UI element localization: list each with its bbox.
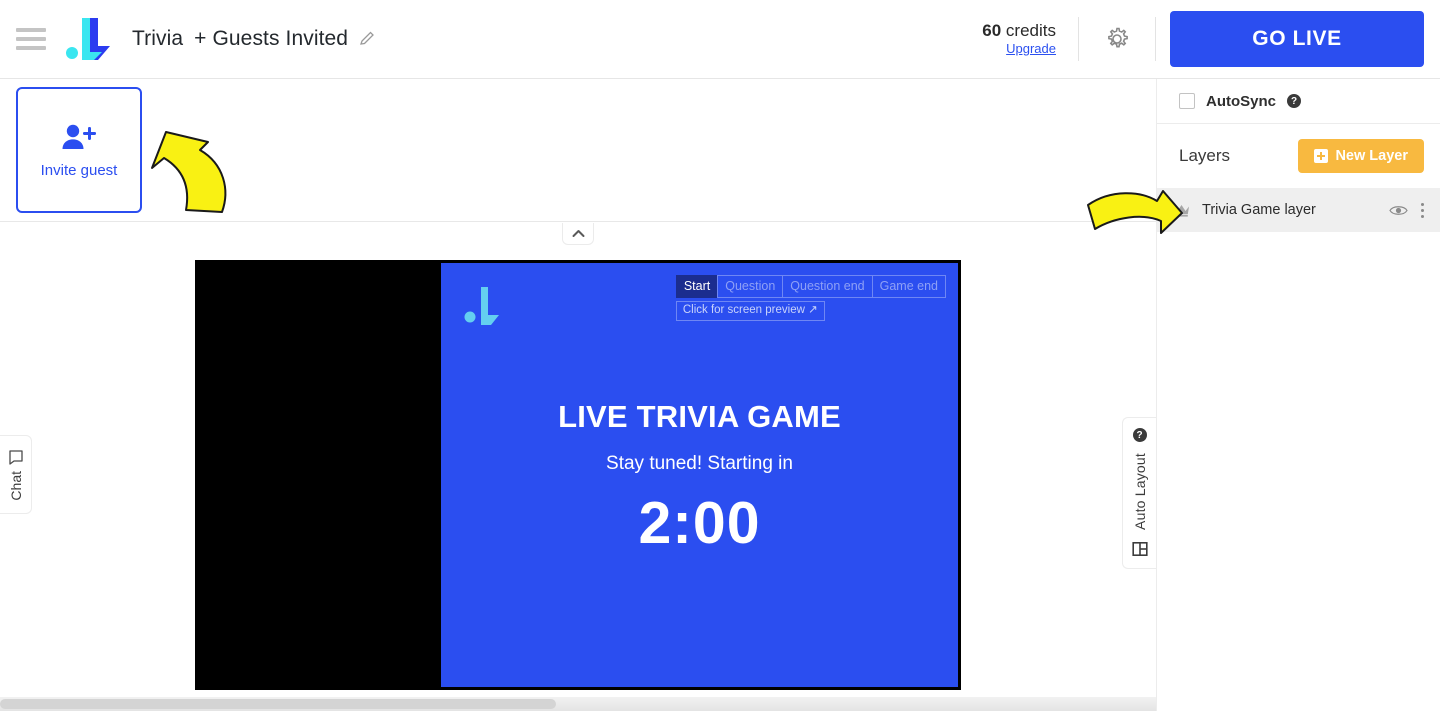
kebab-dot: [1421, 208, 1424, 212]
hamburger-menu-icon[interactable]: [16, 28, 46, 50]
brand-logo-svg: [66, 18, 110, 60]
hamburger-bar: [16, 46, 46, 50]
preview-camera-region: [198, 263, 441, 687]
project-name: Trivia: [132, 27, 184, 50]
auto-layout-label: Auto Layout: [1131, 453, 1148, 530]
preview-countdown-timer: 2:00: [638, 490, 761, 556]
chat-bubble-icon: [8, 450, 23, 465]
autosync-checkbox[interactable]: [1179, 93, 1195, 109]
plus-icon: [1314, 149, 1329, 163]
hamburger-bar: [16, 37, 46, 41]
collapse-guests-button[interactable]: [562, 223, 594, 245]
top-bar-right: 60 credits Upgrade GO LIVE: [982, 0, 1440, 78]
settings-button[interactable]: [1079, 0, 1155, 78]
screen-tab-question[interactable]: Question: [717, 275, 783, 298]
screen-tab-game-end[interactable]: Game end: [871, 275, 946, 298]
layer-name: Trivia Game layer: [1202, 202, 1316, 218]
layer-list-item[interactable]: Trivia Game layer: [1157, 188, 1440, 232]
page-title: Trivia + Guests Invited: [132, 27, 377, 51]
kebab-dot: [1421, 202, 1424, 206]
preview-subtitle: Stay tuned! Starting in: [606, 453, 793, 474]
chat-panel-toggle[interactable]: Chat: [0, 435, 32, 514]
kebab-menu-icon[interactable]: [1419, 201, 1426, 220]
hamburger-bar: [16, 28, 46, 32]
chat-tab-label: Chat: [7, 470, 24, 501]
credits-label: credits: [1005, 21, 1056, 41]
invite-guest-button[interactable]: Invite guest: [16, 87, 142, 213]
credits-block: 60 credits Upgrade: [982, 21, 1078, 56]
auto-layout-toggle[interactable]: ? Auto Layout: [1122, 417, 1156, 569]
horizontal-scrollbar[interactable]: [0, 697, 1156, 711]
upgrade-link[interactable]: Upgrade: [982, 41, 1056, 57]
top-bar: Trivia + Guests Invited 60 credits Upgra…: [0, 0, 1440, 79]
guests-strip: Invite guest: [0, 79, 1156, 222]
preview-text-block: LIVE TRIVIA GAME Stay tuned! Starting in…: [441, 399, 958, 557]
new-layer-label: New Layer: [1335, 148, 1408, 164]
add-person-icon: [62, 124, 96, 149]
preview-game-layer[interactable]: LIVE TRIVIA GAME Stay tuned! Starting in…: [441, 263, 958, 687]
layer-actions: [1389, 201, 1426, 220]
autosync-label: AutoSync: [1206, 92, 1277, 110]
new-layer-button[interactable]: New Layer: [1298, 139, 1424, 173]
eye-icon[interactable]: [1389, 204, 1408, 217]
pencil-edit-icon[interactable]: [359, 30, 377, 48]
screen-tab-question-end[interactable]: Question end: [782, 275, 872, 298]
preview-title: LIVE TRIVIA GAME: [558, 399, 841, 434]
project-subtitle: + Guests Invited: [194, 27, 349, 50]
crown-icon: [1174, 205, 1189, 217]
stage-area: Invite guest LIVE TRIVIA GAME Stay tuned…: [0, 79, 1156, 711]
brand-watermark-icon: [464, 287, 499, 325]
right-sidebar: AutoSync ? Layers New Layer Trivia Game …: [1156, 79, 1440, 711]
layers-header: Layers New Layer: [1157, 124, 1440, 188]
kebab-dot: [1421, 214, 1424, 218]
toolbar-divider: [1155, 17, 1156, 61]
credits-count: 60: [982, 21, 1002, 41]
question-mark-icon[interactable]: ?: [1287, 94, 1302, 108]
screen-preview-hint: Click for screen preview ↗: [675, 301, 825, 321]
screen-preview-tabs: Start Question Question end Game end Cli…: [675, 275, 946, 321]
layers-title: Layers: [1179, 146, 1231, 165]
go-live-button[interactable]: GO LIVE: [1170, 11, 1424, 67]
invite-guest-label: Invite guest: [40, 161, 118, 179]
app-root: Trivia + Guests Invited 60 credits Upgra…: [0, 0, 1440, 711]
layout-grid-icon: [1131, 541, 1148, 556]
chevron-up-icon: [572, 230, 584, 237]
screen-tab-start[interactable]: Start: [675, 275, 718, 298]
autosync-row: AutoSync ?: [1157, 79, 1440, 124]
video-preview-canvas[interactable]: LIVE TRIVIA GAME Stay tuned! Starting in…: [195, 260, 961, 690]
question-mark-icon[interactable]: ?: [1132, 428, 1147, 442]
gear-icon: [1108, 27, 1128, 48]
scrollbar-thumb[interactable]: [0, 699, 556, 709]
credits-line: 60 credits: [982, 21, 1056, 41]
brand-logo-icon[interactable]: [62, 16, 120, 62]
screen-tabs-row: Start Question Question end Game end: [675, 275, 946, 298]
